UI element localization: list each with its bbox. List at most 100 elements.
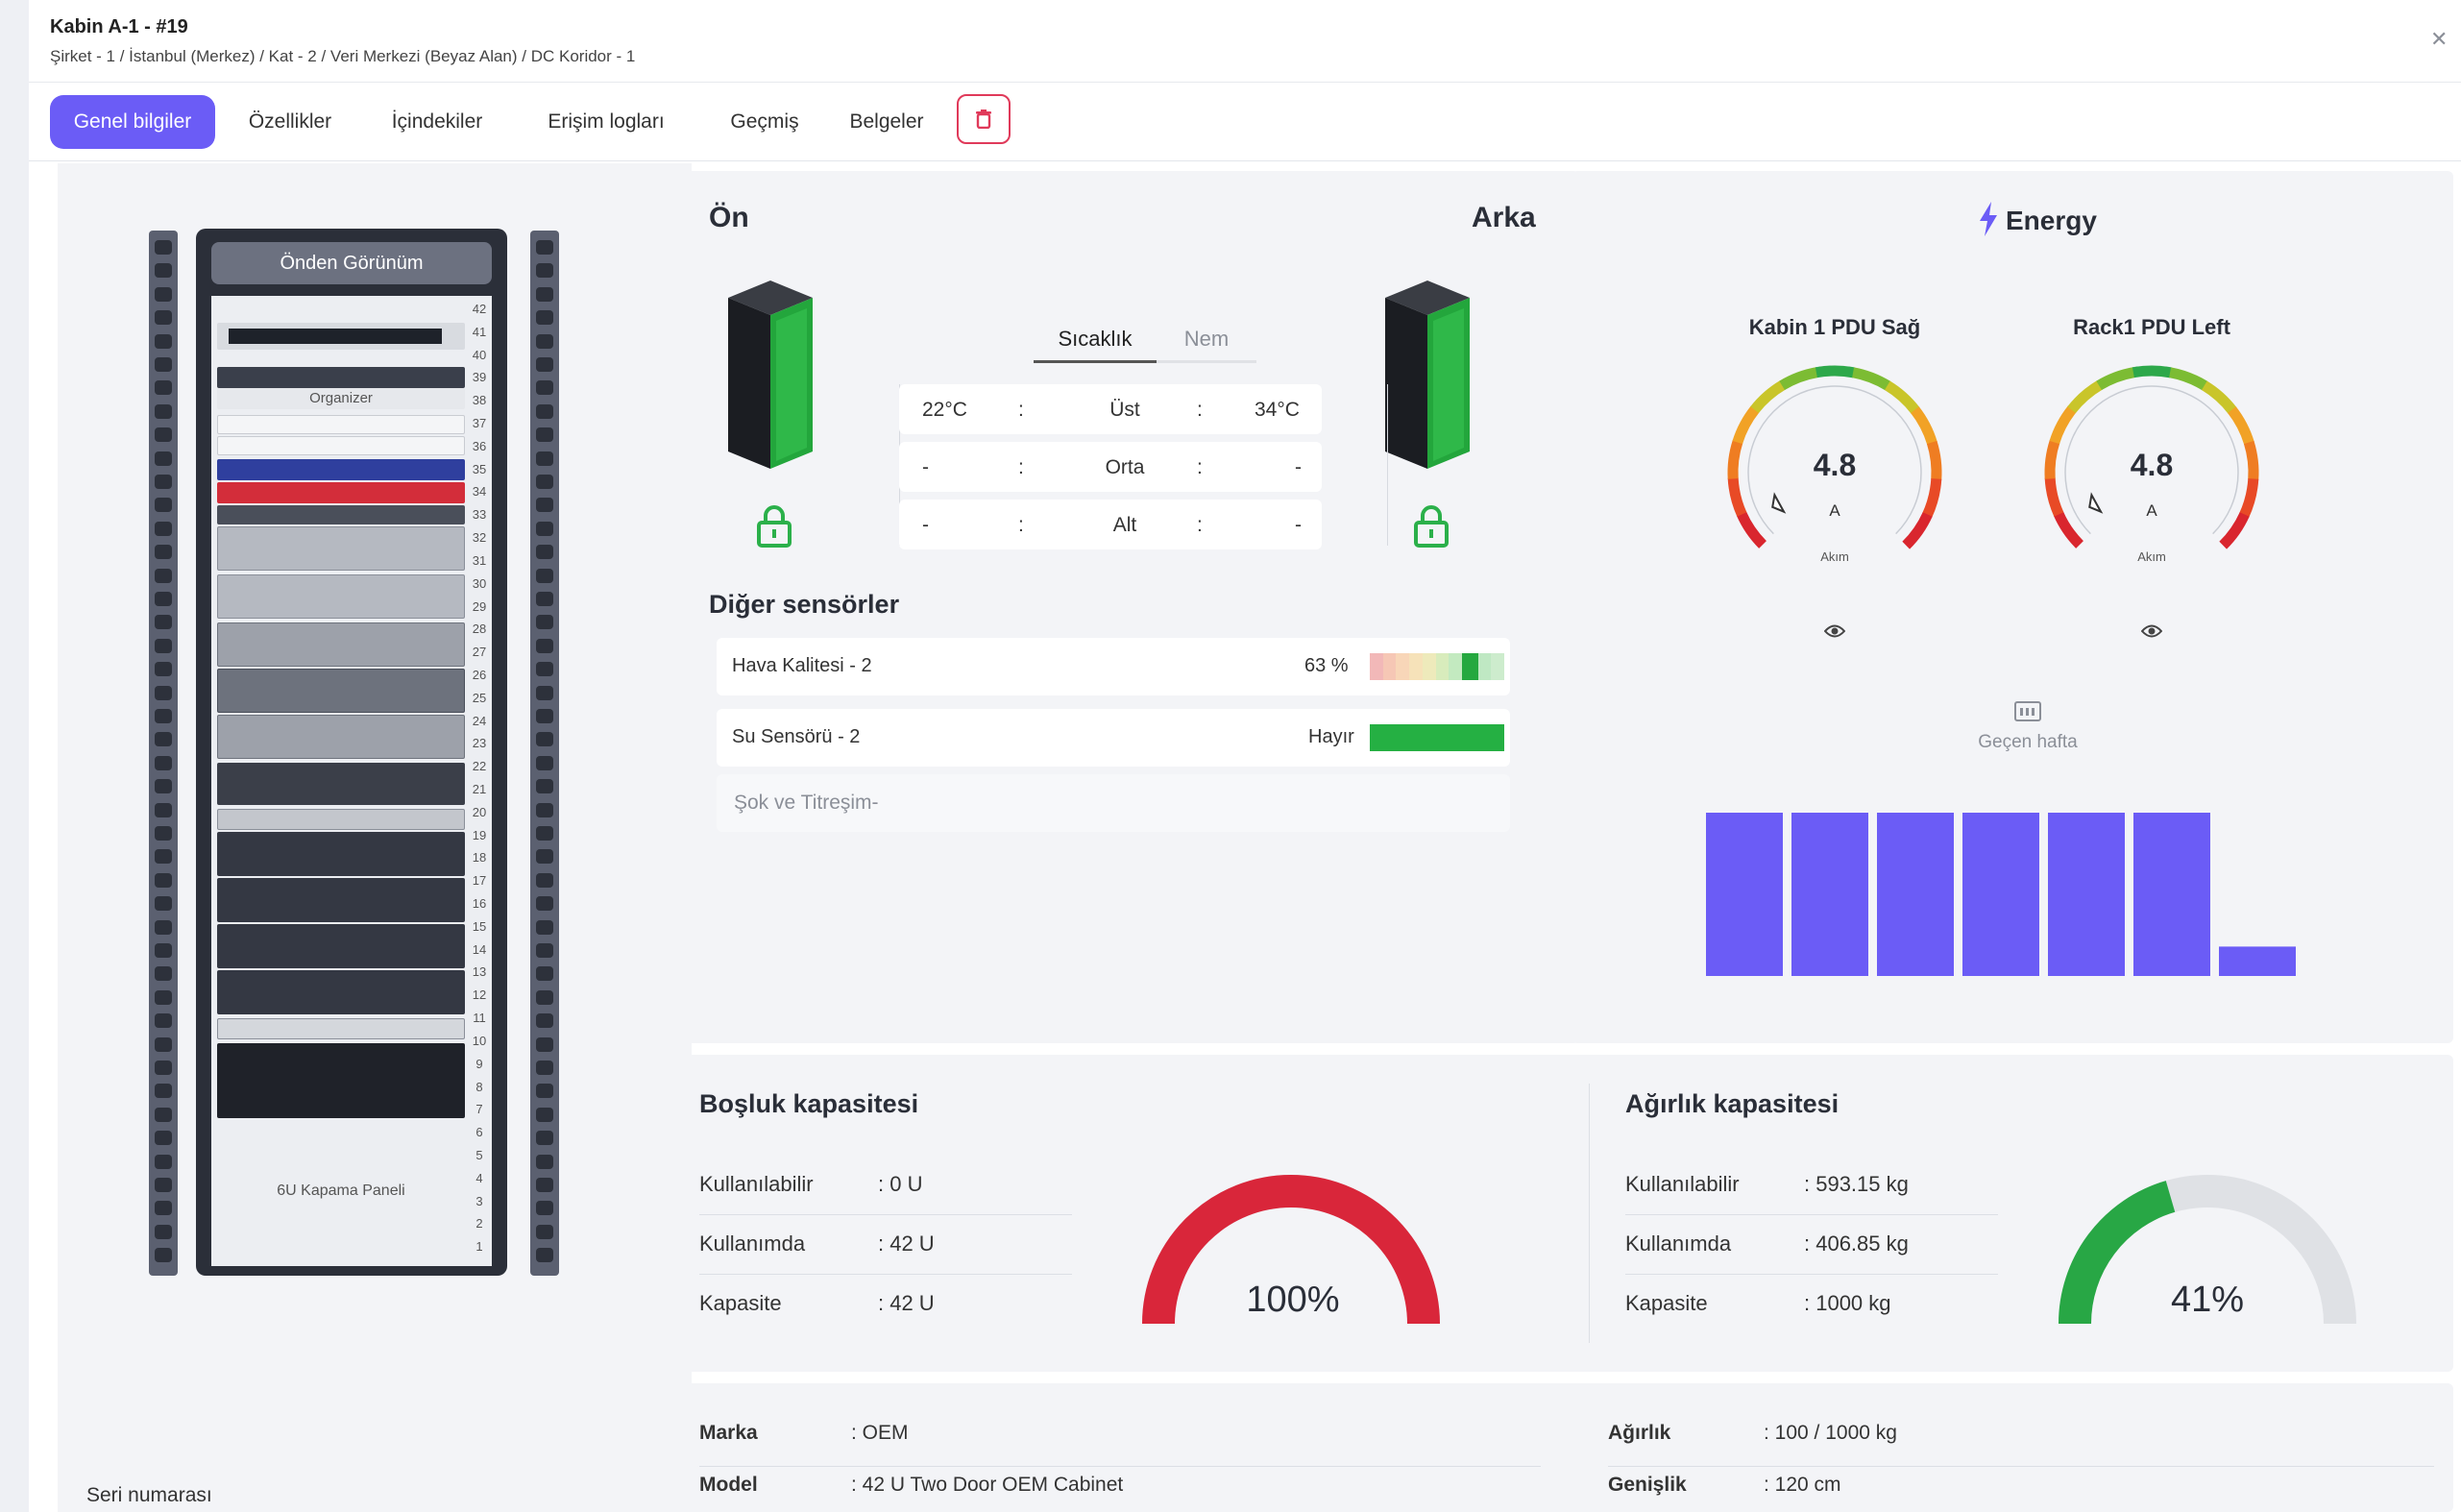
pdu-socket — [536, 966, 553, 982]
air-quality-row[interactable]: Hava Kalitesi - 2 63 % — [717, 638, 1510, 695]
close-icon[interactable]: ✕ — [2430, 27, 2448, 52]
pdu-socket — [155, 545, 172, 560]
space-capacity-percent: 100% — [1246, 1280, 1340, 1320]
rack-unit-number: 13 — [472, 964, 487, 980]
pdu-socket — [536, 545, 553, 560]
tab-properties[interactable]: Özellikler — [242, 95, 338, 149]
rack-unit-number: 26 — [472, 667, 487, 682]
rack-unit-number: 41 — [472, 324, 487, 339]
back-temp-value: 34°C — [1255, 399, 1300, 421]
breadcrumb: Şirket - 1 / İstanbul (Merkez) / Kat - 2… — [50, 47, 636, 65]
back-label: Arka — [1472, 202, 1536, 233]
rack-unit-number: 23 — [472, 736, 487, 751]
cabinet-info-panel: Marka : OEM Model : 42 U Two Door OEM Ca… — [678, 1383, 2453, 1512]
rack-unit-number: 30 — [472, 575, 487, 591]
serial-number-label: Seri numarası — [86, 1484, 212, 1506]
pdu-socket — [155, 709, 172, 723]
pdu-socket — [155, 826, 172, 841]
pdu-socket — [536, 1201, 553, 1216]
eye-icon[interactable] — [2141, 622, 2162, 640]
pdu-socket — [155, 451, 172, 466]
gauge-arc-segment — [1911, 406, 1937, 446]
pdu-socket — [536, 310, 553, 326]
tab-documents[interactable]: Belgeler — [841, 95, 932, 149]
delete-button[interactable] — [957, 94, 1011, 144]
rack-unit-number: 2 — [475, 1216, 483, 1232]
pdu-socket — [536, 1084, 553, 1099]
pdu-socket — [536, 779, 553, 794]
tab-access-logs[interactable]: Erişim logları — [534, 95, 678, 149]
pdu-socket — [536, 662, 553, 677]
tab-humidity[interactable]: Nem — [1157, 315, 1256, 363]
pdu-socket — [536, 732, 553, 747]
energy-bar — [2048, 813, 2125, 976]
weight-capacity-title: Ağırlık kapasitesi — [1625, 1089, 1840, 1118]
rack-unit-number: 37 — [472, 416, 487, 431]
pdu-socket — [155, 475, 172, 489]
rack-unit-number: 38 — [472, 393, 487, 408]
gauge-arc-segment — [2049, 405, 2077, 445]
pdu-socket — [536, 802, 553, 817]
calendar-icon — [2014, 701, 2041, 721]
rack-unit-number: 12 — [472, 988, 487, 1003]
pdu-socket — [155, 989, 172, 1005]
pdu-socket — [536, 826, 553, 841]
pdu-socket — [536, 1178, 553, 1192]
energy-bar — [2133, 813, 2210, 976]
pdu-socket — [155, 568, 172, 583]
water-sensor-row[interactable]: Su Sensörü - 2 Hayır — [717, 709, 1510, 767]
pdu-socket — [155, 357, 172, 372]
window-header: Kabin A-1 - #19 Şirket - 1 / İstanbul (M… — [29, 0, 2461, 83]
pdu-strip-left — [149, 231, 178, 1276]
rack-unit-number: 31 — [472, 552, 487, 568]
energy-panel: Energy Kabin 1 PDU Sağ Rack1 PDU Left 4.… — [1572, 171, 2453, 1043]
gauge-1-title: Kabin 1 PDU Sağ — [1748, 315, 1921, 339]
pdu-socket — [155, 638, 172, 653]
rack-unit-number: 42 — [472, 302, 487, 316]
rack-unit-number: 6 — [475, 1125, 483, 1140]
rack-unit-number: 35 — [472, 461, 487, 476]
pdu-socket — [536, 1154, 553, 1169]
rack-unit-number: 20 — [472, 804, 487, 819]
pdu-socket — [536, 1131, 553, 1146]
pdu-socket — [155, 1013, 172, 1029]
pdu-socket — [536, 943, 553, 958]
pdu-socket — [536, 755, 553, 770]
rack-unit-number: 33 — [472, 507, 487, 523]
pdu-socket — [536, 521, 553, 536]
pdu-socket — [536, 592, 553, 606]
eye-icon[interactable] — [1824, 622, 1845, 640]
pdu-socket — [536, 568, 553, 583]
rack-unit-number: 1 — [475, 1239, 483, 1255]
lightning-icon — [1980, 202, 1997, 236]
pdu-socket — [155, 380, 172, 396]
tab-temperature[interactable]: Sıcaklık — [1034, 315, 1157, 363]
trash-icon — [976, 110, 991, 129]
pdu-socket — [155, 1061, 172, 1075]
pdu-socket — [536, 357, 553, 372]
tab-general-info[interactable]: Genel bilgiler — [50, 95, 215, 149]
pdu-socket — [155, 615, 172, 630]
cabinet-detail-window: Kabin A-1 - #19 Şirket - 1 / İstanbul (M… — [29, 0, 2461, 1512]
sensors-panel: Ön Arka Sıcaklık Nem 22°C: Üst: 34°C -… — [678, 171, 1579, 1043]
gauge-arc-segment — [1851, 367, 1891, 391]
shock-sensor-row[interactable]: Şok ve Titreşim- — [717, 774, 1510, 832]
tab-history[interactable]: Geçmiş — [717, 95, 813, 149]
pdu-socket — [536, 498, 553, 513]
pdu-socket — [155, 779, 172, 794]
pdu-socket — [536, 919, 553, 935]
rack-unit-number: 11 — [473, 1011, 486, 1026]
rack-unit-numbers: 42 41 40 39 38 37 36 35 34 33 32 31 30 29 28 27 26 25 24 23… — [211, 296, 492, 1266]
rack-unit-number: 25 — [472, 690, 487, 705]
page-title: Kabin A-1 - #19 — [50, 16, 188, 37]
pdu-socket — [536, 1061, 553, 1075]
energy-bar — [1706, 813, 1783, 976]
pdu-socket — [155, 1178, 172, 1192]
pdu-socket — [536, 475, 553, 489]
tab-bar: Genel bilgiler Özellikler İçindekiler Er… — [29, 85, 2461, 161]
rack-unit-number: 15 — [472, 918, 487, 934]
pdu-socket — [536, 1224, 553, 1239]
pdu-socket — [536, 240, 553, 255]
temperature-row-top: 22°C : Üst : 34°C — [899, 384, 1322, 434]
tab-contents[interactable]: İçindekiler — [384, 95, 490, 149]
